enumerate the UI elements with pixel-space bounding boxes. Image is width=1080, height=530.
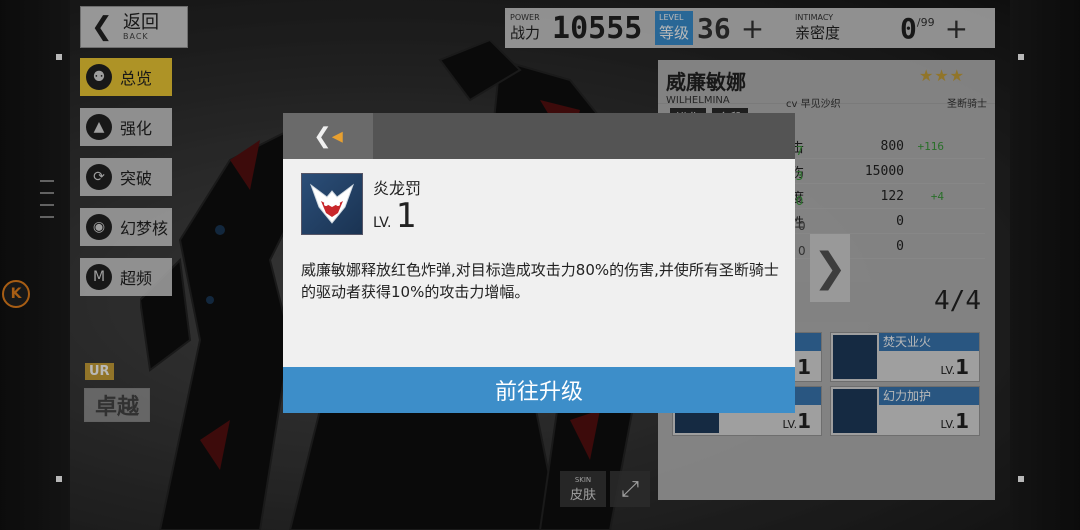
skill-level: LV. 1 xyxy=(373,199,416,233)
modal-header: ❮◂ xyxy=(283,113,795,159)
go-upgrade-button[interactable]: 前往升级 xyxy=(283,367,795,413)
skill-detail-modal: ❮◂ 炎龙罚 LV. 1 威廉敏娜释放红色炸弹,对目标造成攻击力80%的伤害,并… xyxy=(283,113,795,413)
skill-description: 威廉敏娜释放红色炸弹,对目标造成攻击力80%的伤害,并使所有圣断骑士的驱动者获得… xyxy=(301,261,779,301)
skill-level-value: 1 xyxy=(395,196,416,236)
skill-emblem-icon xyxy=(301,173,363,235)
skill-level-label: LV. xyxy=(373,215,392,231)
modal-back-button[interactable]: ❮◂ xyxy=(283,113,373,159)
back-arrow-icon: ❮◂ xyxy=(313,123,343,149)
modal-body: 炎龙罚 LV. 1 威廉敏娜释放红色炸弹,对目标造成攻击力80%的伤害,并使所有… xyxy=(283,159,795,367)
